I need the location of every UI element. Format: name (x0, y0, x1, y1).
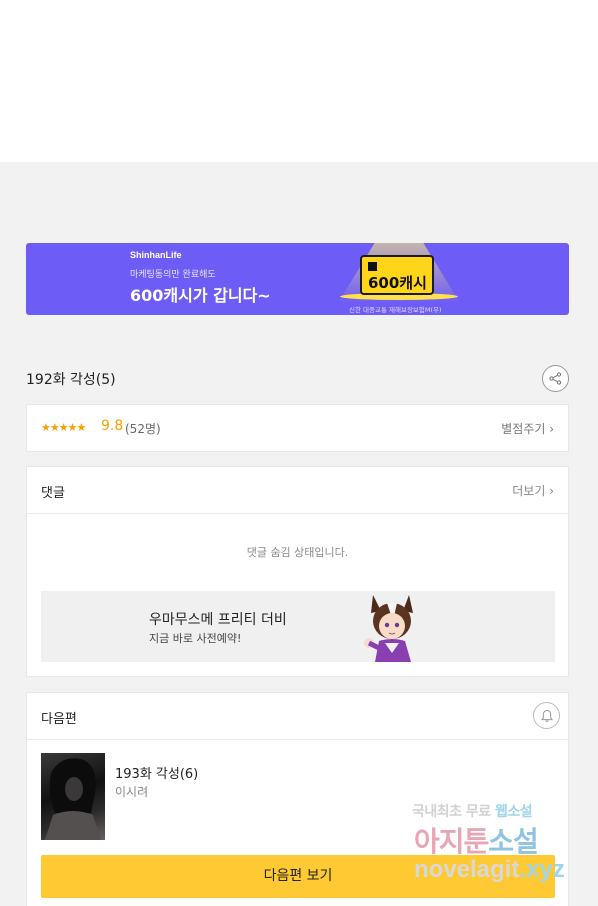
top-blank-area (0, 0, 598, 162)
ad-cash-card: 600캐시 (360, 255, 434, 295)
next-episode-header-title: 다음편 (41, 712, 77, 727)
bell-icon (540, 709, 553, 722)
comments-more-link[interactable]: 더보기 › (512, 482, 554, 499)
watermark-line-1: 국내최초 무료 웹소설 (412, 801, 533, 821)
ad-banner[interactable]: ShinhanLife 마케팅동의만 완료해도 600캐시가 갑니다~ 600캐… (26, 243, 569, 315)
watermark-text-3a: novelagit (414, 856, 520, 883)
notify-button[interactable] (533, 702, 560, 729)
watermark-text-1b: 웹소설 (495, 804, 533, 820)
promo-banner[interactable]: 우마무스메 프리티 더비 지금 바로 사전예약! (41, 591, 555, 662)
ad-subtext: 마케팅동의만 완료해도 (130, 270, 216, 280)
watermark-text-3b: .xyz (519, 856, 565, 883)
rating-score: 9.8 (101, 418, 124, 434)
watermark-text-1a: 국내최초 무료 (412, 804, 496, 820)
next-episode-thumbnail[interactable] (41, 753, 105, 840)
share-icon (549, 372, 562, 385)
comments-header: 댓글 더보기 › (27, 467, 568, 514)
promo-character-image (364, 595, 413, 662)
comments-hidden-message: 댓글 숨김 상태입니다. (246, 546, 349, 559)
comments-title: 댓글 (41, 486, 65, 501)
ad-card-logo-icon (368, 262, 377, 271)
next-episode-header: 다음편 (27, 693, 568, 740)
watermark-line-2: 아지툰소설 (414, 820, 539, 860)
watermark-line-3: novelagit.xyz (414, 856, 565, 884)
ad-fineprint: 신한 대중교통 재해보장보험M(무) (349, 306, 442, 314)
episode-title: 192화 각성(5) (26, 372, 116, 388)
rating-stars: ★★★★★ (41, 421, 86, 434)
rate-button[interactable]: 별점주기 › (501, 420, 554, 437)
promo-subtitle: 지금 바로 사전예약! (149, 632, 242, 645)
rating-count: (52명) (125, 422, 161, 436)
thumbnail-art (45, 758, 101, 840)
comments-card: 댓글 더보기 › 댓글 숨김 상태입니다. 우마무스메 프리티 더비 지금 바로… (26, 466, 569, 677)
ad-brand: ShinhanLife (130, 250, 182, 260)
rating-card: ★★★★★ 9.8 (52명) 별점주기 › (26, 404, 569, 452)
ad-card-text: 600캐시 (368, 274, 427, 292)
watermark-text-2a: 아지툰 (414, 825, 489, 858)
next-episode-title[interactable]: 193화 각성(6) (115, 763, 198, 782)
next-episode-author: 이시려 (115, 785, 149, 799)
watermark-text-2b: 소설 (488, 825, 539, 858)
ad-headline: 600캐시가 갑니다~ (130, 286, 271, 305)
share-button[interactable] (542, 365, 569, 392)
promo-title: 우마무스메 프리티 더비 (149, 612, 287, 628)
